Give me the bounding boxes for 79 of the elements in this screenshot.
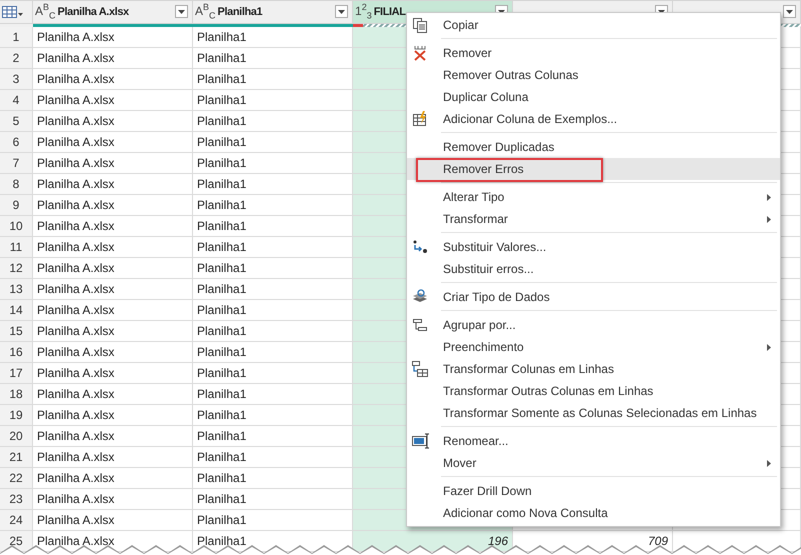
table-cell: Planilha A.xlsx [37, 219, 114, 233]
table-cell: Planilha1 [197, 261, 246, 275]
table-cell: Planilha1 [197, 471, 246, 485]
table-cell: Planilha1 [197, 303, 246, 317]
row-number: 15 [0, 321, 33, 342]
row-number: 12 [0, 258, 33, 279]
row-number: 22 [0, 468, 33, 489]
table-cell: Planilha A.xlsx [37, 261, 114, 275]
row-number: 11 [0, 237, 33, 258]
table-cell: Planilha1 [197, 177, 246, 191]
table-cell: Planilha A.xlsx [37, 93, 114, 107]
row-number: 7 [0, 153, 33, 174]
table-cell: Planilha A.xlsx [37, 198, 114, 212]
table-cell: Planilha1 [197, 51, 246, 65]
table-cell: Planilha A.xlsx [37, 72, 114, 86]
row-number: 8 [0, 174, 33, 195]
row-number: 23 [0, 489, 33, 510]
row-number: 10 [0, 216, 33, 237]
table-cell: Planilha1 [197, 366, 246, 380]
row-number: 13 [0, 279, 33, 300]
table-cell: Planilha A.xlsx [37, 240, 114, 254]
table-cell: Planilha1 [197, 93, 246, 107]
table-cell: Planilha1 [197, 219, 246, 233]
row-number: 5 [0, 111, 33, 132]
table-cell: Planilha1 [197, 324, 246, 338]
row-number: 18 [0, 384, 33, 405]
column-name: Planilha A.xlsx [58, 6, 129, 18]
table-cell: Planilha A.xlsx [37, 471, 114, 485]
table-cell: Planilha1 [197, 30, 246, 44]
row-number: 6 [0, 132, 33, 153]
table-cell: Planilha A.xlsx [37, 492, 114, 506]
table-cell: Planilha1 [197, 156, 246, 170]
row-number: 4 [0, 90, 33, 111]
table-cell: Planilha A.xlsx [37, 156, 114, 170]
table-cell: Planilha A.xlsx [37, 114, 114, 128]
row-number: 9 [0, 195, 33, 216]
table-cell: Planilha1 [197, 240, 246, 254]
row-number: 3 [0, 69, 33, 90]
table-cell: Planilha A.xlsx [37, 387, 114, 401]
row-number: 20 [0, 426, 33, 447]
table-cell: Planilha A.xlsx [37, 534, 114, 548]
row-number: 19 [0, 405, 33, 426]
column-name: Planilha1 [218, 6, 262, 18]
table-cell: Planilha A.xlsx [37, 135, 114, 149]
table-cell: Planilha1 [197, 513, 246, 527]
table-cell: Planilha A.xlsx [37, 324, 114, 338]
table-cell: 196 [488, 534, 508, 548]
table-cell: Planilha1 [197, 72, 246, 86]
table-cell: Planilha1 [197, 429, 246, 443]
table-cell: 709 [648, 534, 668, 548]
table-cell: Planilha A.xlsx [37, 303, 114, 317]
table-cell: Planilha A.xlsx [37, 282, 114, 296]
table-cell: Planilha A.xlsx [37, 345, 114, 359]
table-cell: Planilha1 [197, 198, 246, 212]
table-cell: Planilha A.xlsx [37, 429, 114, 443]
table-cell: Planilha A.xlsx [37, 450, 114, 464]
table-cell: Planilha1 [197, 387, 246, 401]
table-cell: Planilha1 [197, 135, 246, 149]
row-number: 2 [0, 48, 33, 69]
table-cell: Planilha1 [197, 114, 246, 128]
table-cell: Planilha1 [197, 534, 246, 548]
row-number: 21 [0, 447, 33, 468]
row-number: 1 [0, 27, 33, 48]
row-number: 17 [0, 363, 33, 384]
table-cell: Planilha A.xlsx [37, 177, 114, 191]
column-name: FILIAL [374, 6, 406, 18]
table-cell: Planilha1 [197, 450, 246, 464]
row-number: 24 [0, 510, 33, 531]
row-number: 14 [0, 300, 33, 321]
table-cell: Planilha A.xlsx [37, 30, 114, 44]
table-cell: Planilha A.xlsx [37, 366, 114, 380]
table-cell: Planilha1 [197, 282, 246, 296]
row-number: 16 [0, 342, 33, 363]
table-cell: Planilha1 [197, 492, 246, 506]
table-cell: Planilha A.xlsx [37, 51, 114, 65]
table-cell: Planilha A.xlsx [37, 408, 114, 422]
table-cell: Planilha1 [197, 408, 246, 422]
table-cell: Planilha A.xlsx [37, 513, 114, 527]
table-cell: Planilha1 [197, 345, 246, 359]
